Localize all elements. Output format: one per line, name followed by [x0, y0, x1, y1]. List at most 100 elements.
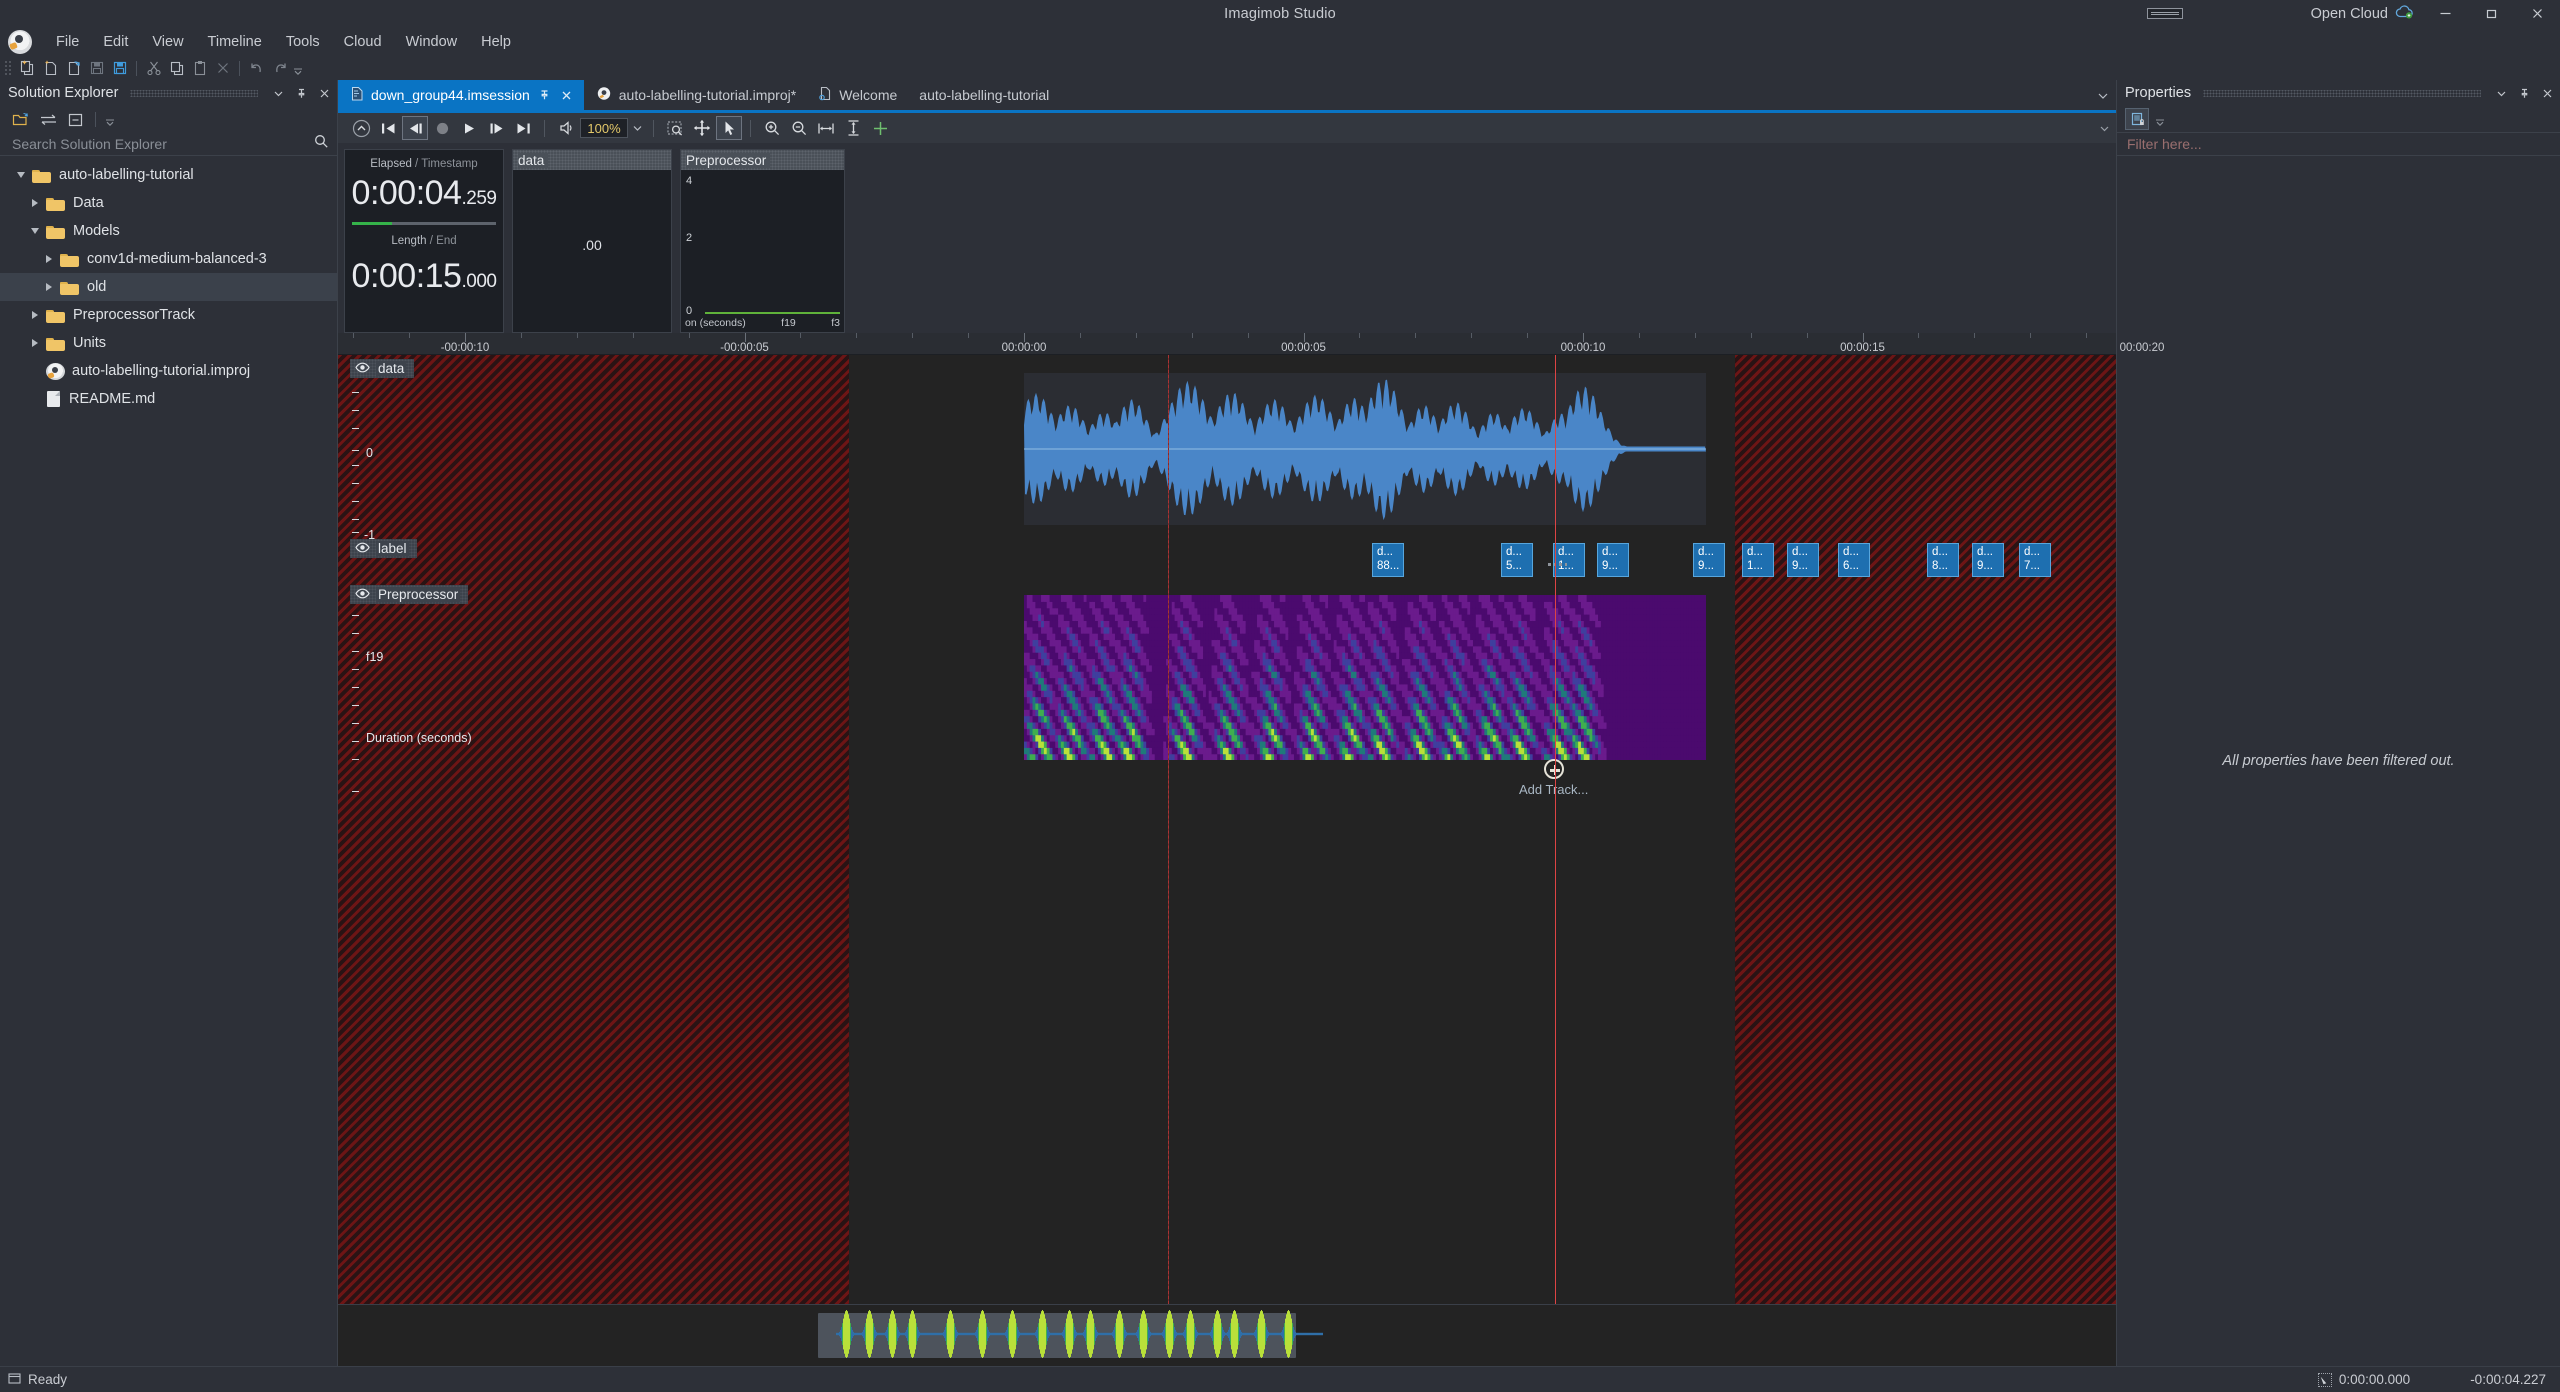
tab-overflow-chevron-icon[interactable]	[2090, 80, 2116, 110]
expander-expand-icon[interactable]	[38, 255, 60, 263]
label-clip[interactable]: d... 1...	[1742, 543, 1774, 577]
menu-view[interactable]: View	[140, 30, 195, 54]
close-icon[interactable]	[559, 86, 574, 104]
label-clip[interactable]: d... 9...	[1787, 543, 1819, 577]
save-all-icon[interactable]	[109, 58, 130, 79]
tree-item-units[interactable]: Units	[0, 329, 337, 357]
tree-item-auto-labelling-tutorial[interactable]: auto-labelling-tutorial	[0, 161, 337, 189]
save-icon[interactable]	[86, 58, 107, 79]
cut-icon[interactable]	[143, 58, 164, 79]
window-menu-pill[interactable]	[2146, 8, 2183, 19]
select-arrow-icon[interactable]	[716, 116, 742, 140]
pin-icon[interactable]	[537, 86, 552, 104]
mute-icon[interactable]	[553, 116, 579, 140]
eye-icon[interactable]	[355, 587, 370, 602]
expander-collapse-icon[interactable]	[24, 228, 46, 234]
track-header-label[interactable]: label	[350, 539, 417, 558]
label-clip[interactable]: d... 5...	[1501, 543, 1533, 577]
menu-file[interactable]: File	[44, 30, 91, 54]
expander-expand-icon[interactable]	[38, 283, 60, 291]
zoom-level-input[interactable]: 100%	[580, 118, 628, 138]
overflow-chevron-icon[interactable]	[104, 109, 116, 129]
skip-to-end-icon[interactable]	[510, 116, 536, 140]
properties-page-icon[interactable]	[2125, 108, 2149, 130]
label-clip[interactable]: d... 9...	[1597, 543, 1629, 577]
step-forward-icon[interactable]	[483, 116, 509, 140]
undo-icon[interactable]	[246, 58, 267, 79]
label-clip[interactable]: d... 6...	[1838, 543, 1870, 577]
tree-item-conv1d-medium-balanced-3[interactable]: conv1d-medium-balanced-3	[0, 245, 337, 273]
search-solution-explorer-input[interactable]: Search Solution Explorer	[0, 132, 337, 156]
expander-collapse-icon[interactable]	[10, 172, 32, 178]
copy-icon[interactable]	[166, 58, 187, 79]
tab-welcome[interactable]: Welcome	[806, 80, 907, 110]
clip-resize-dots[interactable]	[1548, 563, 1567, 566]
label-clip[interactable]: d... 7...	[2019, 543, 2051, 577]
chevron-down-icon[interactable]	[270, 83, 287, 103]
collapse-toggle-icon[interactable]	[348, 116, 374, 140]
timeline-ruler[interactable]: -00:00:10 -00:00:05 00:00:00 00:00:05 00:00:…	[338, 333, 2164, 355]
track-header-data[interactable]: data	[350, 359, 415, 378]
maximize-button[interactable]	[2468, 0, 2514, 27]
pan-icon[interactable]	[689, 116, 715, 140]
tab-auto-labelling-tutorial[interactable]: auto-labelling-tutorial	[907, 80, 1059, 110]
collapse-all-icon[interactable]	[64, 109, 87, 130]
marquee-zoom-icon[interactable]	[662, 116, 688, 140]
menu-help[interactable]: Help	[469, 30, 523, 54]
open-file-icon[interactable]	[63, 58, 84, 79]
fit-horizontal-icon[interactable]	[813, 116, 839, 140]
open-cloud-button[interactable]: Open Cloud	[2303, 2, 2422, 26]
menu-cloud[interactable]: Cloud	[332, 30, 394, 54]
waveform-data-track[interactable]	[1024, 373, 1706, 525]
label-clip[interactable]: d... 8...	[1927, 543, 1959, 577]
label-clip[interactable]: d... 9...	[1972, 543, 2004, 577]
preview-panel-data[interactable]: data .00	[512, 149, 672, 333]
playhead[interactable]	[1555, 355, 1556, 1304]
open-folder-icon[interactable]	[10, 109, 33, 130]
tree-item-auto-labelling-tutorial-improj[interactable]: auto-labelling-tutorial.improj	[0, 357, 337, 385]
close-button[interactable]	[2514, 0, 2560, 27]
menu-tools[interactable]: Tools	[274, 30, 332, 54]
tree-item-readme-md[interactable]: README.md	[0, 385, 337, 413]
expander-expand-icon[interactable]	[24, 311, 46, 319]
add-track-button[interactable]: Add Track...	[1519, 759, 1588, 797]
selection-marker[interactable]	[1168, 355, 1169, 1304]
zoom-out-icon[interactable]	[786, 116, 812, 140]
add-icon[interactable]	[867, 116, 893, 140]
record-icon[interactable]	[429, 116, 455, 140]
new-project-icon[interactable]	[17, 58, 38, 79]
skip-to-start-icon[interactable]	[375, 116, 401, 140]
label-clip[interactable]: d... 9...	[1693, 543, 1725, 577]
header-drag-area[interactable]	[130, 89, 258, 97]
tree-item-models[interactable]: Models	[0, 217, 337, 245]
track-header-preprocessor[interactable]: Preprocessor	[350, 585, 469, 604]
properties-filter-input[interactable]: Filter here...	[2117, 132, 2560, 156]
toolbar-overflow-chevron-icon[interactable]	[292, 58, 304, 78]
timeline-overview[interactable]	[338, 1304, 2116, 1366]
close-icon[interactable]	[316, 83, 333, 103]
delete-icon[interactable]	[212, 58, 233, 79]
close-icon[interactable]	[2539, 83, 2556, 103]
sync-icon[interactable]	[37, 109, 60, 130]
eye-icon[interactable]	[355, 541, 370, 556]
properties-drag-area[interactable]	[2203, 89, 2481, 97]
timeline-tracks[interactable]: data label Preprocessor 0 -1 f19 Duratio…	[338, 355, 2116, 1304]
zoom-in-icon[interactable]	[759, 116, 785, 140]
expander-expand-icon[interactable]	[24, 199, 46, 207]
tree-item-data[interactable]: Data	[0, 189, 337, 217]
spectrogram-preprocessor-track[interactable]	[1024, 595, 1706, 760]
toolbar-grip[interactable]	[4, 59, 13, 77]
label-clip[interactable]: d... 88...	[1372, 543, 1404, 577]
tree-item-preprocessortrack[interactable]: PreprocessorTrack	[0, 301, 337, 329]
paste-icon[interactable]	[189, 58, 210, 79]
eye-icon[interactable]	[355, 361, 370, 376]
menu-edit[interactable]: Edit	[91, 30, 140, 54]
tree-item-old[interactable]: old	[0, 273, 337, 301]
properties-overflow-chevron-icon[interactable]	[2154, 109, 2166, 129]
label-clip[interactable]: d... 1...	[1553, 543, 1585, 577]
play-icon[interactable]	[456, 116, 482, 140]
step-back-icon[interactable]	[402, 116, 428, 140]
search-icon[interactable]	[314, 134, 329, 153]
menu-timeline[interactable]: Timeline	[196, 30, 274, 54]
playback-progress-bar[interactable]	[352, 222, 496, 225]
